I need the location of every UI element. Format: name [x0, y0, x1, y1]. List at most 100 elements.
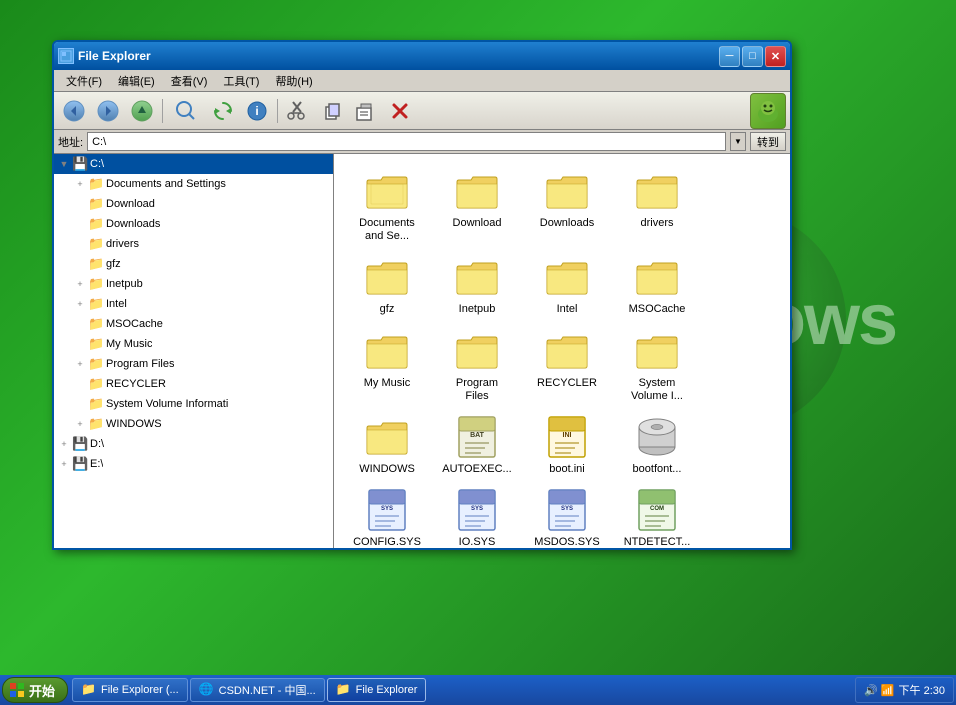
menu-edit[interactable]: 编辑(E): [110, 71, 163, 91]
file-icon-autoexec: BAT: [453, 413, 501, 461]
file-item-configsys[interactable]: SYS CONFIG.SYS: [342, 481, 432, 548]
taskbar-task-csdn[interactable]: 🌐 CSDN.NET - 中国...: [190, 678, 325, 702]
file-item-drivers[interactable]: drivers: [612, 162, 702, 248]
tree-item-intel[interactable]: + 📁 Intel: [54, 294, 333, 314]
tree-item-msocache[interactable]: 📁 MSOCache: [54, 314, 333, 334]
folder-icon-progfiles: 📁: [88, 356, 104, 372]
file-item-downloads[interactable]: Downloads: [522, 162, 612, 248]
up-button[interactable]: [126, 96, 158, 126]
tree-item-mymusic[interactable]: 📁 My Music: [54, 334, 333, 354]
tree-item-inetpub[interactable]: + 📁 Inetpub: [54, 274, 333, 294]
title-bar-left: File Explorer: [58, 48, 151, 64]
tree-toggle-progfiles[interactable]: +: [72, 356, 88, 372]
file-item-iosys[interactable]: SYS IO.SYS: [432, 481, 522, 548]
folder-icon-file-downloads: [543, 167, 591, 215]
tree-toggle-intel[interactable]: +: [72, 296, 88, 312]
menu-help[interactable]: 帮助(H): [267, 71, 320, 91]
tree-toggle-inetpub[interactable]: +: [72, 276, 88, 292]
home-button[interactable]: i: [241, 96, 273, 126]
tree-toggle-windows[interactable]: +: [72, 416, 88, 432]
tree-item-d-drive[interactable]: + 💾 D:\: [54, 434, 333, 454]
tree-toggle-docs[interactable]: +: [72, 176, 88, 192]
file-label-windows: WINDOWS: [359, 463, 415, 476]
systray-icons: 🔊 📶: [864, 684, 894, 697]
file-item-download[interactable]: Download: [432, 162, 522, 248]
tree-item-drivers[interactable]: 📁 drivers: [54, 234, 333, 254]
cut-button[interactable]: [282, 96, 314, 126]
tree-toggle-c[interactable]: ▼: [56, 156, 72, 172]
copy-button[interactable]: [316, 96, 348, 126]
tree-toggle-downloads: [72, 216, 88, 232]
tree-toggle-drivers: [72, 236, 88, 252]
folder-icon-mymusic: 📁: [88, 336, 104, 352]
tree-toggle-d[interactable]: +: [56, 436, 72, 452]
tree-pane[interactable]: ▼ 💾 C:\ + 📁 Documents and Settings 📁 Dow: [54, 154, 334, 548]
file-item-autoexec[interactable]: BAT AUTOEXEC...: [432, 408, 522, 481]
folder-icon-gfz: 📁: [88, 256, 104, 272]
toolbar-separator-1: [162, 99, 163, 123]
go-button[interactable]: 转到: [750, 132, 786, 151]
tree-item-progfiles[interactable]: + 📁 Program Files: [54, 354, 333, 374]
file-label-mymusic: My Music: [364, 377, 410, 390]
tree-toggle-msocache: [72, 316, 88, 332]
file-icon-ntdetect: COM: [633, 486, 681, 534]
file-item-bootini[interactable]: INI boot.ini: [522, 408, 612, 481]
file-label-configsys: CONFIG.SYS: [353, 536, 421, 548]
folder-icon-file-windows: [363, 413, 411, 461]
tree-item-e-drive[interactable]: + 💾 E:\: [54, 454, 333, 474]
address-input[interactable]: [87, 132, 726, 151]
address-dropdown[interactable]: ▼: [730, 132, 746, 151]
file-item-intel[interactable]: Intel: [522, 248, 612, 321]
tree-item-downloads[interactable]: 📁 Downloads: [54, 214, 333, 234]
taskbar-icon-1: 📁: [81, 682, 97, 698]
taskbar-task-file-explorer-1[interactable]: 📁 File Explorer (...: [72, 678, 188, 702]
back-button[interactable]: [58, 96, 90, 126]
tree-item-recycler[interactable]: 📁 RECYCLER: [54, 374, 333, 394]
delete-button[interactable]: [384, 96, 416, 126]
folder-icon-intel: 📁: [88, 296, 104, 312]
tree-item-c-drive[interactable]: ▼ 💾 C:\: [54, 154, 333, 174]
menu-file[interactable]: 文件(F): [58, 71, 110, 91]
close-button[interactable]: ✕: [765, 46, 786, 67]
folder-icon-download: 📁: [88, 196, 104, 212]
tree-label-inetpub: Inetpub: [106, 278, 143, 290]
search-button[interactable]: [167, 96, 205, 126]
tree-toggle-e[interactable]: +: [56, 456, 72, 472]
file-item-inetpub[interactable]: Inetpub: [432, 248, 522, 321]
menu-view[interactable]: 查看(V): [163, 71, 216, 91]
address-label: 地址:: [58, 134, 83, 150]
file-item-bootfont[interactable]: bootfont...: [612, 408, 702, 481]
menu-tools[interactable]: 工具(T): [215, 71, 267, 91]
maximize-button[interactable]: □: [742, 46, 763, 67]
forward-button[interactable]: [92, 96, 124, 126]
file-label-progfiles: ProgramFiles: [456, 377, 498, 403]
tree-item-windows[interactable]: + 📁 WINDOWS: [54, 414, 333, 434]
paste-button[interactable]: [350, 96, 382, 126]
tree-item-sysvolinfo[interactable]: 📁 System Volume Informati: [54, 394, 333, 414]
taskbar: 开始 📁 File Explorer (... 🌐 CSDN.NET - 中国.…: [0, 675, 956, 705]
refresh-button[interactable]: [207, 96, 239, 126]
file-icon-configsys: SYS: [363, 486, 411, 534]
start-button[interactable]: 开始: [2, 677, 68, 703]
file-item-msdossys[interactable]: SYS MSDOS.SYS: [522, 481, 612, 548]
file-item-windows[interactable]: WINDOWS: [342, 408, 432, 481]
tree-item-docs[interactable]: + 📁 Documents and Settings: [54, 174, 333, 194]
file-item-progfiles[interactable]: ProgramFiles: [432, 322, 522, 408]
tree-item-download[interactable]: 📁 Download: [54, 194, 333, 214]
file-pane[interactable]: Documentsand Se... Download: [334, 154, 790, 548]
start-label: 开始: [29, 681, 55, 700]
desktop: Windows File Explorer ─ □ ✕ 文件(: [0, 0, 956, 705]
file-item-docs-settings[interactable]: Documentsand Se...: [342, 162, 432, 248]
file-icon-iosys: SYS: [453, 486, 501, 534]
minimize-button[interactable]: ─: [719, 46, 740, 67]
file-item-gfz[interactable]: gfz: [342, 248, 432, 321]
file-item-msocache[interactable]: MSOCache: [612, 248, 702, 321]
file-item-recycler[interactable]: RECYCLER: [522, 322, 612, 408]
tree-item-gfz[interactable]: 📁 gfz: [54, 254, 333, 274]
folder-icon-file-gfz: [363, 253, 411, 301]
file-item-sysvolinfo[interactable]: SystemVolume I...: [612, 322, 702, 408]
taskbar-task-file-explorer-2[interactable]: 📁 File Explorer: [327, 678, 427, 702]
svg-text:BAT: BAT: [470, 432, 485, 439]
file-item-mymusic[interactable]: My Music: [342, 322, 432, 408]
file-item-ntdetect[interactable]: COM NTDETECT...: [612, 481, 702, 548]
